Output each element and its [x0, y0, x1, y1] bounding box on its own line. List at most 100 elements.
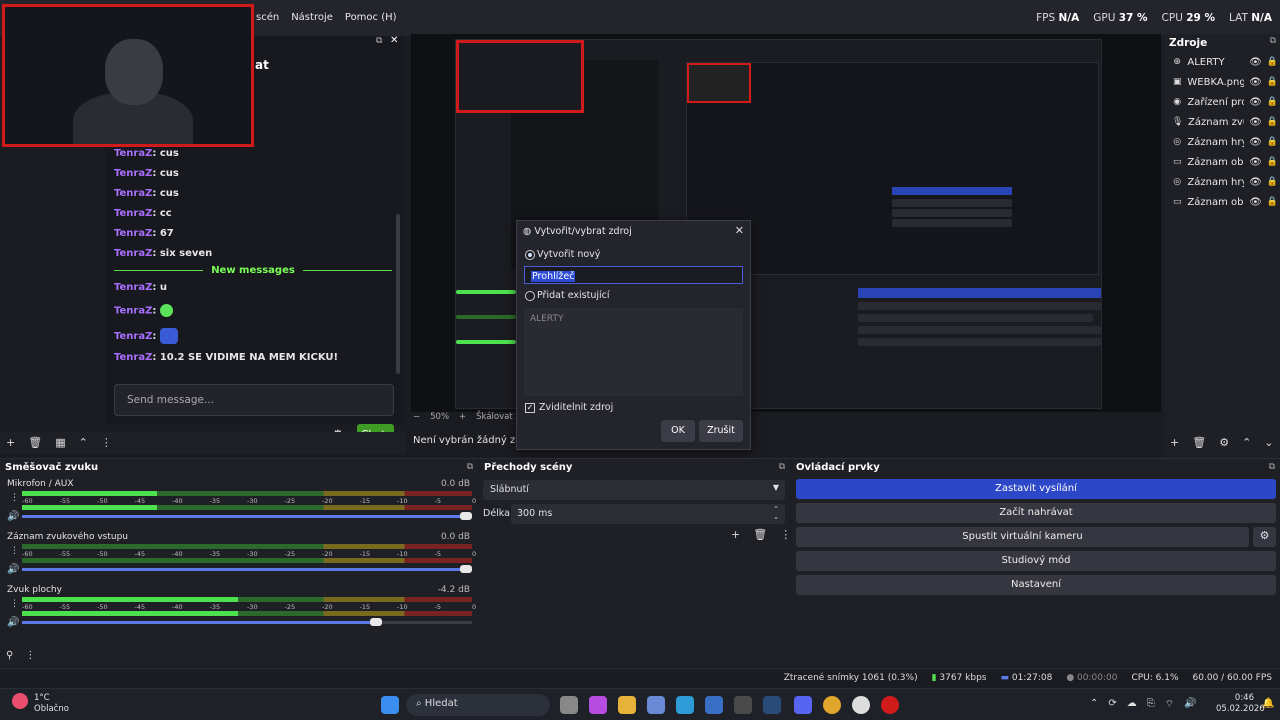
source-name-input[interactable]: Prohlížeč: [524, 266, 743, 284]
transition-select[interactable]: Slábnutí ▼: [483, 480, 785, 500]
visible-label[interactable]: Zviditelnit zdroj: [539, 402, 613, 413]
up-icon[interactable]: ⌃: [1242, 436, 1251, 449]
app-icon[interactable]: [734, 696, 752, 714]
settings-button[interactable]: Nastavení: [796, 575, 1276, 595]
lock-icon[interactable]: 🔒: [1267, 117, 1278, 127]
zoom-out-icon[interactable]: −: [413, 412, 420, 422]
edge-icon[interactable]: [676, 696, 694, 714]
taskbar-search[interactable]: ⌕ Hledat: [406, 694, 550, 716]
source-item[interactable]: ▭Záznam obra👁🔒: [1172, 192, 1278, 212]
copilot-icon[interactable]: [589, 696, 607, 714]
lock-icon[interactable]: 🔒: [1267, 77, 1278, 87]
existing-sources-list[interactable]: ALERTY: [524, 308, 743, 396]
usb-icon[interactable]: ⎘: [1147, 698, 1155, 711]
start-virtual-camera-button[interactable]: Spustit virtuální kameru: [796, 527, 1249, 547]
create-new-label[interactable]: Vytvořit nový: [537, 249, 600, 260]
file-explorer-icon[interactable]: [618, 696, 636, 714]
volume-slider[interactable]: [22, 512, 472, 520]
windows-start-icon[interactable]: [381, 696, 399, 714]
obs-icon[interactable]: [852, 696, 870, 714]
filter-icon[interactable]: ▦: [55, 436, 65, 449]
discord-icon[interactable]: [794, 696, 812, 714]
source-item[interactable]: 🎙Záznam zvuko👁🔒: [1172, 112, 1278, 132]
volume-icon[interactable]: 🔊: [1184, 698, 1196, 711]
add-icon[interactable]: +: [6, 436, 15, 449]
float-icon[interactable]: ⧉: [467, 462, 473, 472]
more-icon[interactable]: ⋮: [25, 650, 35, 661]
source-item[interactable]: ◉Zařízení pro z👁🔒: [1172, 92, 1278, 112]
float-icon[interactable]: ⧉: [779, 462, 785, 472]
stepper-icon[interactable]: ⌃ ⌄: [773, 505, 779, 521]
zoom-in-icon[interactable]: +: [459, 412, 466, 422]
studio-mode-button[interactable]: Studiový mód: [796, 551, 1276, 571]
volume-handle[interactable]: [460, 565, 472, 573]
ok-button[interactable]: OK: [661, 420, 695, 442]
volume-slider[interactable]: [22, 565, 472, 573]
start-recording-button[interactable]: Začít nahrávat: [796, 503, 1276, 523]
photos-icon[interactable]: [705, 696, 723, 714]
channel-menu-icon[interactable]: ⋮: [10, 599, 19, 609]
opera-icon[interactable]: [881, 696, 899, 714]
eye-icon[interactable]: 👁: [1249, 117, 1262, 128]
chrome-icon[interactable]: [823, 696, 841, 714]
trash-icon[interactable]: 🗑: [753, 528, 767, 541]
volume-handle[interactable]: [460, 512, 472, 520]
lock-icon[interactable]: 🔒: [1267, 177, 1278, 187]
source-item[interactable]: ⊕ ALERTY 👁 🔒: [1172, 52, 1278, 72]
chevron-up-icon[interactable]: ⌃: [1090, 698, 1098, 711]
trash-icon[interactable]: 🗑: [28, 436, 42, 449]
float-icon[interactable]: ⧉: [376, 36, 382, 46]
source-item[interactable]: ◎ Záznam hry 👁 🔒: [1172, 172, 1278, 192]
source-item[interactable]: ◎ Záznam hry 👁 🔒: [1172, 132, 1278, 152]
eye-icon[interactable]: 👁: [1249, 197, 1262, 208]
task-view-icon[interactable]: [560, 696, 578, 714]
volume-handle[interactable]: [370, 618, 382, 626]
cancel-button[interactable]: Zrušit: [699, 420, 743, 442]
source-item[interactable]: ▭Záznam obra👁🔒: [1172, 152, 1278, 172]
speaker-icon[interactable]: 🔊: [7, 564, 19, 575]
eye-icon[interactable]: 👁: [1249, 97, 1262, 108]
dialog-close-icon[interactable]: ✕: [735, 224, 744, 237]
volume-slider[interactable]: [22, 618, 472, 626]
stop-streaming-button[interactable]: Zastavit vysílání: [796, 479, 1276, 499]
cloud-icon[interactable]: ☁: [1127, 698, 1137, 711]
eye-icon[interactable]: 👁: [1249, 137, 1262, 148]
lock-icon[interactable]: 🔒: [1267, 197, 1278, 207]
trash-icon[interactable]: 🗑: [1192, 436, 1206, 449]
lock-icon[interactable]: 🔒: [1267, 57, 1278, 67]
link-icon[interactable]: ⚲: [6, 650, 13, 661]
float-icon[interactable]: ⧉: [1269, 462, 1275, 472]
store-icon[interactable]: [647, 696, 665, 714]
lock-icon[interactable]: 🔒: [1267, 157, 1278, 167]
eye-icon[interactable]: 👁: [1249, 57, 1262, 68]
menu-item-scenes[interactable]: scén: [256, 12, 279, 23]
notifications-icon[interactable]: 🔔: [1262, 698, 1274, 709]
weather-widget[interactable]: 1°C Oblačno: [34, 693, 69, 715]
chat-send-input[interactable]: Send message...: [114, 384, 394, 416]
visible-checkbox[interactable]: ✓: [525, 403, 535, 413]
float-icon[interactable]: ⧉: [1270, 36, 1276, 46]
up-icon[interactable]: ⌃: [79, 436, 88, 449]
add-icon[interactable]: +: [1170, 436, 1179, 449]
down-icon[interactable]: ⌄: [1264, 436, 1273, 449]
menu-item-tools[interactable]: Nástroje: [291, 12, 333, 23]
channel-menu-icon[interactable]: ⋮: [10, 546, 19, 556]
clock[interactable]: 0:46 05.02.2026: [1216, 693, 1265, 715]
wifi-icon[interactable]: ⌔: [1165, 698, 1174, 711]
sync-icon[interactable]: ⟳: [1108, 698, 1116, 711]
menu-item-help[interactable]: Pomoc (H): [345, 12, 397, 23]
lock-icon[interactable]: 🔒: [1267, 137, 1278, 147]
add-icon[interactable]: +: [731, 528, 740, 541]
speaker-icon[interactable]: 🔊: [7, 617, 19, 628]
source-item[interactable]: ▣ WEBKA.png 👁 🔒: [1172, 72, 1278, 92]
gear-icon[interactable]: ⚙: [1219, 436, 1229, 449]
lock-icon[interactable]: 🔒: [1267, 97, 1278, 107]
add-existing-label[interactable]: Přidat existující: [537, 290, 609, 301]
more-icon[interactable]: ⋮: [101, 436, 112, 449]
channel-menu-icon[interactable]: ⋮: [10, 493, 19, 503]
steam-icon[interactable]: [763, 696, 781, 714]
list-item[interactable]: ALERTY: [530, 314, 737, 324]
eye-icon[interactable]: 👁: [1249, 177, 1262, 188]
duration-input[interactable]: 300 ms ⌃ ⌄: [511, 504, 785, 524]
chat-scrollbar[interactable]: [396, 214, 400, 374]
